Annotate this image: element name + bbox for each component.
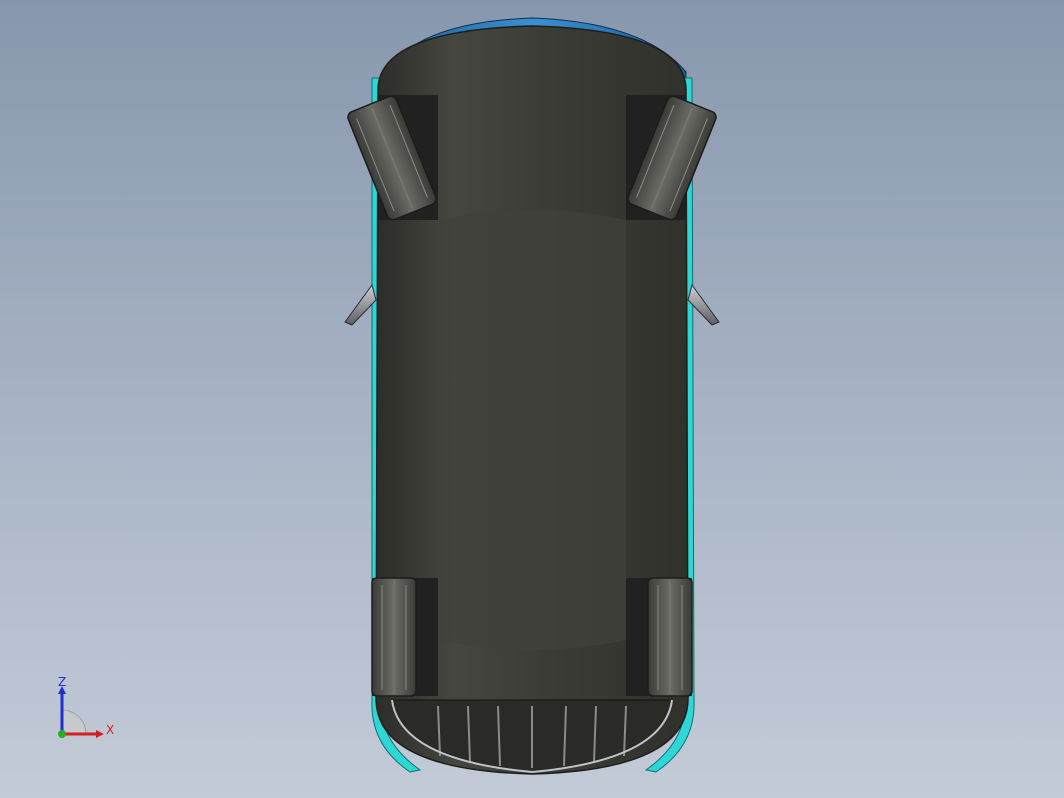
axis-triad: Z X	[58, 676, 114, 738]
x-axis-label: X	[106, 723, 114, 737]
graphics-viewport[interactable]: Z X	[0, 0, 1064, 798]
rear-right-tire	[647, 577, 693, 697]
center-tunnel	[438, 210, 626, 650]
y-axis-icon	[58, 730, 66, 738]
z-axis-label: Z	[58, 676, 66, 689]
triad-plane-icon	[61, 709, 87, 735]
left-mirror	[344, 283, 377, 326]
rear-left-tire	[371, 577, 417, 697]
car-model[interactable]	[0, 0, 1064, 798]
